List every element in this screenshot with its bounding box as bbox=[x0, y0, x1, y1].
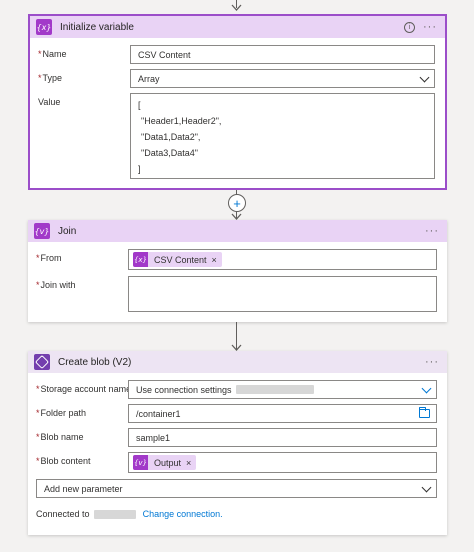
type-row: *Type Array bbox=[30, 69, 445, 91]
from-field[interactable]: {x} CSV Content × bbox=[128, 249, 437, 270]
value-label: Value bbox=[38, 97, 61, 107]
connection-info: Connected to Change connection. bbox=[36, 509, 223, 520]
storage-account-label: *Storage account name bbox=[36, 384, 132, 394]
output-token[interactable]: {v} Output × bbox=[133, 455, 197, 470]
redacted-text bbox=[235, 385, 314, 394]
csv-content-token[interactable]: {x} CSV Content × bbox=[133, 252, 222, 267]
blob-name-label: *Blob name bbox=[36, 432, 84, 442]
from-label: *From bbox=[36, 253, 62, 263]
blob-content-row: *Blob content {v} Output × bbox=[28, 452, 447, 474]
change-connection-link[interactable]: Change connection. bbox=[143, 509, 223, 519]
data-operation-icon: {v} bbox=[133, 455, 148, 470]
azure-blob-icon bbox=[34, 354, 50, 370]
folder-path-row: *Folder path /container1 bbox=[28, 404, 447, 426]
data-operation-icon: {v} bbox=[34, 223, 50, 239]
name-field[interactable]: CSV Content bbox=[130, 45, 435, 64]
join-with-field[interactable] bbox=[128, 276, 437, 312]
blob-name-field[interactable]: sample1 bbox=[128, 428, 437, 447]
info-icon[interactable]: i bbox=[404, 21, 415, 33]
value-line: "Header1,Header2", bbox=[141, 116, 222, 126]
connected-to-label: Connected to bbox=[36, 509, 90, 519]
chevron-down-icon bbox=[419, 72, 430, 83]
redacted-text bbox=[94, 510, 137, 520]
join-card[interactable]: {v} Join ··· *From {x} CSV Content × *Join… bbox=[28, 220, 447, 322]
card-title: Join bbox=[58, 225, 77, 237]
chevron-down-icon bbox=[421, 383, 432, 394]
create-blob-card[interactable]: Create blob (V2) ··· *Storage account na… bbox=[28, 351, 447, 535]
value-line: [ bbox=[138, 100, 141, 110]
card-title: Initialize variable bbox=[60, 21, 134, 33]
add-parameter-row: Add new parameter bbox=[28, 479, 447, 501]
more-options-icon[interactable]: ··· bbox=[425, 356, 439, 368]
insert-step-button[interactable]: + bbox=[228, 194, 246, 212]
blob-name-row: *Blob name sample1 bbox=[28, 428, 447, 450]
join-header[interactable]: {v} Join ··· bbox=[28, 220, 447, 242]
storage-account-row: *Storage account name Use connection set… bbox=[28, 380, 447, 402]
folder-path-field[interactable]: /container1 bbox=[128, 404, 437, 423]
variable-icon: {x} bbox=[133, 252, 148, 267]
value-line: "Data1,Data2", bbox=[141, 132, 201, 142]
name-row: *Name CSV Content bbox=[30, 45, 445, 67]
storage-account-dropdown[interactable]: Use connection settings bbox=[128, 380, 437, 399]
arrow-down-icon bbox=[231, 4, 242, 11]
folder-path-label: *Folder path bbox=[36, 408, 87, 418]
join-with-row: *Join with bbox=[28, 276, 447, 312]
name-label: *Name bbox=[38, 49, 67, 59]
type-dropdown[interactable]: Array bbox=[130, 69, 435, 88]
card-title: Create blob (V2) bbox=[58, 356, 132, 368]
create-blob-header[interactable]: Create blob (V2) ··· bbox=[28, 351, 447, 373]
more-options-icon[interactable]: ··· bbox=[425, 225, 439, 237]
variable-icon: {x} bbox=[36, 19, 52, 35]
from-row: *From {x} CSV Content × bbox=[28, 249, 447, 271]
arrow-down-icon bbox=[231, 213, 242, 220]
arrow-down-icon bbox=[231, 344, 242, 351]
value-line: ] bbox=[138, 164, 141, 174]
join-with-label: *Join with bbox=[36, 280, 76, 290]
initialize-variable-header[interactable]: {x} Initialize variable i ··· bbox=[30, 16, 445, 38]
value-row: Value [ "Header1,Header2", "Data1,Data2"… bbox=[30, 93, 445, 183]
folder-picker-icon[interactable] bbox=[419, 407, 430, 418]
blob-content-label: *Blob content bbox=[36, 456, 91, 466]
more-options-icon[interactable]: ··· bbox=[423, 21, 437, 33]
type-label: *Type bbox=[38, 73, 63, 83]
chevron-down-icon bbox=[421, 482, 432, 493]
remove-token-icon[interactable]: × bbox=[186, 458, 191, 468]
initialize-variable-card[interactable]: {x} Initialize variable i ··· *Name CSV … bbox=[28, 14, 447, 190]
connection-row: Connected to Change connection. bbox=[28, 505, 447, 527]
value-line: "Data3,Data4" bbox=[141, 148, 198, 158]
add-new-parameter-dropdown[interactable]: Add new parameter bbox=[36, 479, 437, 498]
value-field[interactable]: [ "Header1,Header2", "Data1,Data2", "Dat… bbox=[130, 93, 435, 179]
blob-content-field[interactable]: {v} Output × bbox=[128, 452, 437, 473]
remove-token-icon[interactable]: × bbox=[212, 255, 217, 265]
